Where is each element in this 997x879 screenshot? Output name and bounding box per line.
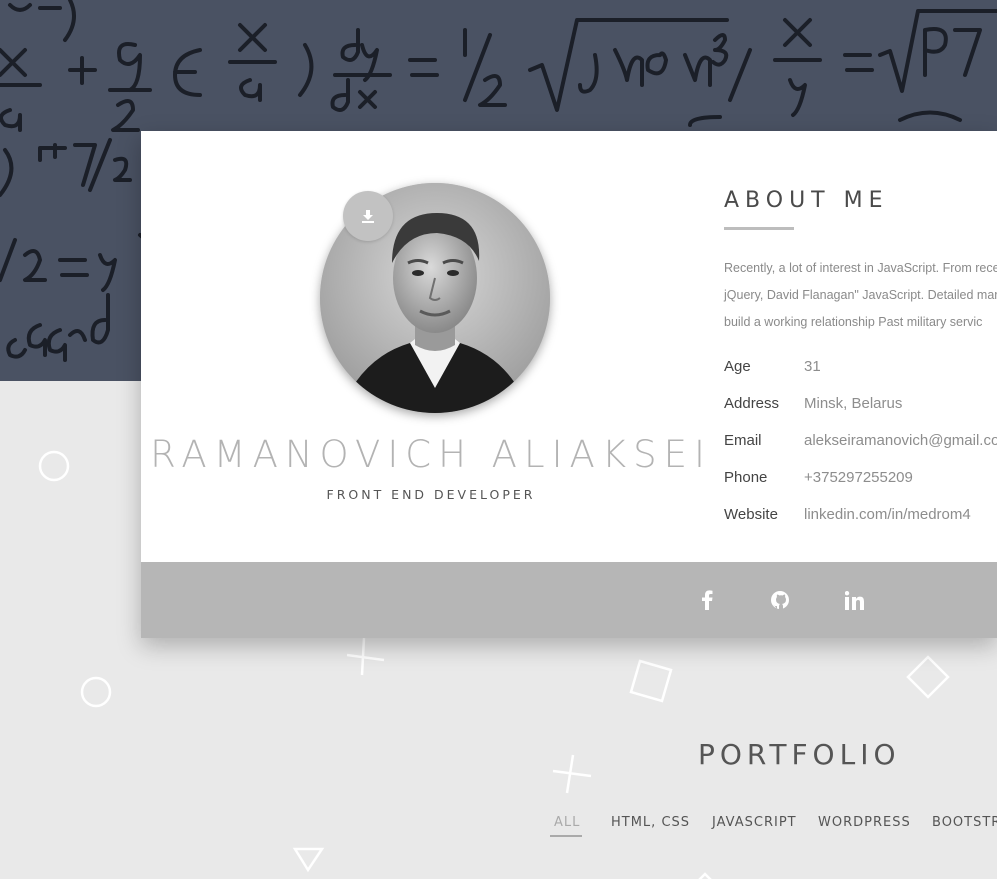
filter-html-css[interactable]: HTML, CSS — [611, 815, 690, 830]
github-icon — [771, 591, 789, 609]
profile-card: RAMANOVICH ALIAKSEI FRONT END DEVELOPER … — [141, 131, 997, 638]
about-text-line: jQuery, David Flanagan" JavaScript. Deta… — [724, 288, 997, 302]
profile-name: RAMANOVICH ALIAKSEI — [150, 433, 712, 476]
info-label: Email — [724, 432, 762, 449]
email-link[interactable]: alekseiramanovich@gmail.com — [804, 432, 997, 449]
download-button[interactable] — [343, 191, 393, 241]
info-row-address: Address Minsk, Belarus — [724, 395, 997, 432]
diamond-shape — [698, 872, 712, 879]
linkedin-link[interactable] — [841, 587, 867, 613]
about-text-line: build a working relationship Past milita… — [724, 315, 983, 329]
filter-bootstrap[interactable]: BOOTSTRA — [932, 815, 997, 830]
cross-shape — [552, 754, 592, 794]
info-label: Website — [724, 506, 778, 523]
social-bar — [141, 562, 997, 638]
linkedin-icon — [844, 590, 864, 610]
about-text-line: Recently, a lot of interest in JavaScrip… — [724, 261, 997, 275]
about-title-underline — [724, 227, 794, 230]
filter-wordpress[interactable]: WORDPRESS — [818, 815, 911, 830]
profile-role: FRONT END DEVELOPER — [326, 487, 536, 502]
personal-info-list: Age 31 Address Minsk, Belarus Email alek… — [724, 358, 997, 543]
facebook-link[interactable] — [694, 587, 720, 613]
circle-shape — [80, 676, 112, 708]
info-row-website: Website linkedin.com/in/medrom4 — [724, 506, 997, 543]
diamond-shape — [906, 655, 950, 699]
download-icon — [362, 210, 374, 223]
facebook-icon — [702, 590, 713, 610]
circle-shape — [38, 450, 70, 482]
cross-shape — [346, 637, 385, 676]
info-row-age: Age 31 — [724, 358, 997, 395]
phone-link[interactable]: +375297255209 — [804, 469, 913, 486]
github-link[interactable] — [767, 587, 793, 613]
info-row-phone: Phone +375297255209 — [724, 469, 997, 506]
triangle-shape — [292, 847, 325, 873]
info-label: Phone — [724, 469, 768, 486]
info-label: Age — [724, 358, 751, 375]
info-row-email: Email alekseiramanovich@gmail.com — [724, 432, 997, 469]
website-link[interactable]: linkedin.com/in/medrom4 — [804, 506, 971, 523]
filter-javascript[interactable]: JAVASCRIPT — [712, 815, 797, 830]
about-description: Recently, a lot of interest in JavaScrip… — [724, 255, 997, 336]
info-label: Address — [724, 395, 780, 412]
info-value: 31 — [804, 358, 821, 375]
active-filter-underline — [550, 835, 582, 837]
square-shape — [629, 659, 673, 703]
filter-all[interactable]: ALL — [554, 815, 580, 830]
about-title: ABOUT ME — [724, 188, 889, 213]
info-value: Minsk, Belarus — [804, 395, 903, 412]
portfolio-title: PORTFOLIO — [698, 738, 901, 771]
